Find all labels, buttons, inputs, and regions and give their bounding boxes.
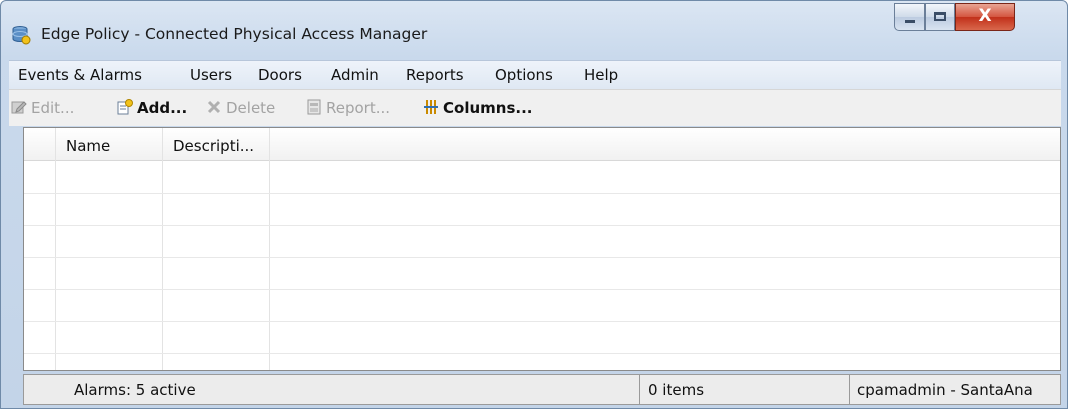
window-title: Edge Policy - Connected Physical Access … bbox=[41, 25, 428, 43]
column-divider[interactable] bbox=[162, 128, 163, 370]
row-gridline bbox=[24, 257, 1060, 258]
menu-bar: Events & Alarms Users Doors Admin Report… bbox=[9, 60, 1061, 89]
alarms-status[interactable]: Alarms: 5 active bbox=[74, 381, 196, 399]
menu-users[interactable]: Users bbox=[190, 66, 232, 84]
columns-icon bbox=[423, 99, 439, 115]
menu-help[interactable]: Help bbox=[584, 66, 618, 84]
app-window: Edge Policy - Connected Physical Access … bbox=[0, 0, 1068, 409]
database-icon bbox=[11, 25, 31, 45]
item-count: 0 items bbox=[648, 381, 705, 399]
add-label: Add... bbox=[137, 99, 188, 117]
edit-icon bbox=[11, 99, 27, 115]
table-header: Name Descripti... bbox=[24, 128, 1060, 161]
delete-button[interactable]: Delete bbox=[206, 99, 275, 117]
menu-events-alarms[interactable]: Events & Alarms bbox=[18, 66, 142, 84]
minimize-icon bbox=[905, 20, 915, 23]
status-bar: Alarms: 5 active 0 items cpamadmin - San… bbox=[23, 374, 1061, 405]
add-icon bbox=[117, 99, 133, 115]
status-divider bbox=[849, 375, 850, 404]
delete-label: Delete bbox=[226, 99, 276, 117]
delete-icon bbox=[206, 99, 222, 115]
report-button[interactable]: Report... bbox=[306, 99, 390, 117]
menu-admin[interactable]: Admin bbox=[331, 66, 379, 84]
report-icon bbox=[306, 99, 322, 115]
title-bar[interactable]: Edge Policy - Connected Physical Access … bbox=[1, 1, 1067, 59]
row-gridline bbox=[24, 353, 1060, 354]
close-button[interactable]: X bbox=[955, 3, 1015, 31]
columns-label: Columns... bbox=[443, 99, 533, 117]
row-gridline bbox=[24, 193, 1060, 194]
close-icon: X bbox=[978, 6, 992, 26]
row-gridline bbox=[24, 225, 1060, 226]
row-header-divider bbox=[55, 128, 56, 370]
column-divider[interactable] bbox=[269, 128, 270, 370]
minimize-button[interactable] bbox=[894, 3, 925, 31]
maximize-button[interactable] bbox=[925, 3, 955, 31]
edit-button[interactable]: Edit... bbox=[11, 99, 74, 117]
menu-reports[interactable]: Reports bbox=[406, 66, 464, 84]
column-header-description[interactable]: Descripti... bbox=[173, 137, 254, 155]
row-gridline bbox=[24, 289, 1060, 290]
edit-label: Edit... bbox=[31, 99, 75, 117]
add-button[interactable]: Add... bbox=[117, 99, 187, 117]
menu-doors[interactable]: Doors bbox=[258, 66, 302, 84]
column-header-name[interactable]: Name bbox=[66, 137, 110, 155]
toolbar: Edit... Add... Delete Report... Columns.… bbox=[9, 89, 1061, 126]
menu-options[interactable]: Options bbox=[495, 66, 553, 84]
maximize-icon bbox=[934, 12, 946, 21]
report-label: Report... bbox=[326, 99, 391, 117]
row-gridline bbox=[24, 321, 1060, 322]
columns-button[interactable]: Columns... bbox=[423, 99, 532, 117]
policy-table[interactable]: Name Descripti... bbox=[23, 127, 1061, 371]
status-divider bbox=[639, 375, 640, 404]
current-user: cpamadmin - SantaAna bbox=[857, 381, 1033, 399]
